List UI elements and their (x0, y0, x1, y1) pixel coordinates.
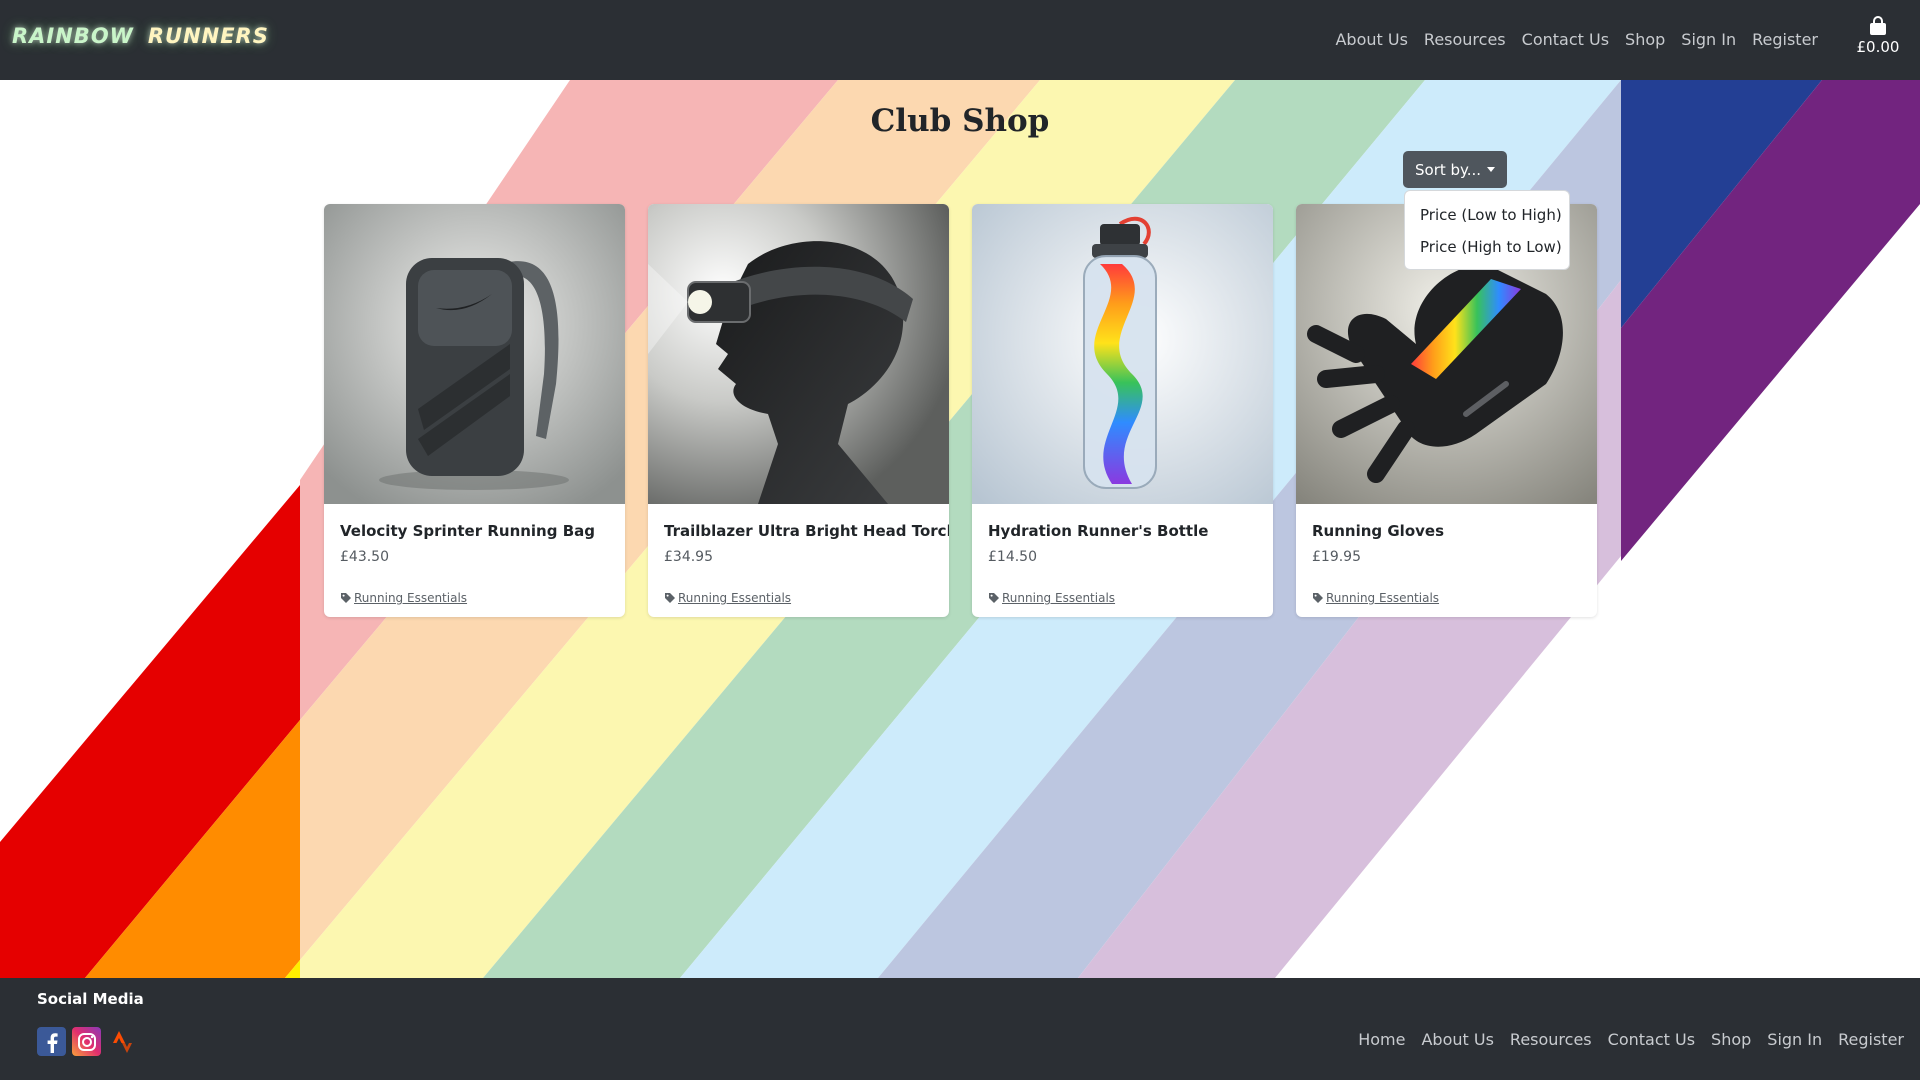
backpack-image[interactable] (324, 204, 625, 504)
sort-option-price-low-to-high[interactable]: Price (Low to High) (1405, 201, 1569, 233)
card-body: Running Gloves £19.95 (1312, 522, 1585, 565)
brand-word-1: RAINBOW (12, 24, 134, 48)
category-label: Running Essentials (1326, 591, 1440, 605)
footer-link-home[interactable]: Home (1358, 1030, 1405, 1049)
shopping-bag-icon (1870, 16, 1886, 35)
category-label: Running Essentials (678, 591, 792, 605)
product-price: £14.50 (988, 549, 1037, 565)
footer-link-sign-in[interactable]: Sign In (1767, 1030, 1822, 1049)
tag-icon (989, 593, 999, 603)
footer-link-contact-us[interactable]: Contact Us (1608, 1030, 1695, 1049)
category-link[interactable]: Running Essentials (664, 591, 791, 605)
category-link[interactable]: Running Essentials (340, 591, 467, 605)
brand-logo[interactable]: RAINBOW RUNNERS (12, 24, 269, 48)
social-icons (37, 1027, 136, 1056)
product-price: £19.95 (1312, 549, 1361, 565)
footer-link-shop[interactable]: Shop (1711, 1030, 1751, 1049)
tag-icon (1313, 593, 1323, 603)
sort-option-price-high-to-low[interactable]: Price (High to Low) (1405, 233, 1569, 265)
nav-links: About Us Resources Contact Us Shop Sign … (1319, 30, 1818, 49)
cart-button[interactable]: £0.00 (1856, 16, 1900, 56)
caret-down-icon (1487, 167, 1495, 172)
head-torch-image[interactable] (648, 204, 949, 504)
cart-total: £0.00 (1856, 38, 1900, 56)
facebook-icon[interactable] (37, 1027, 66, 1056)
footer-link-register[interactable]: Register (1838, 1030, 1904, 1049)
nav-link-register[interactable]: Register (1752, 30, 1818, 49)
nav-link-resources[interactable]: Resources (1424, 30, 1506, 49)
footer-link-about-us[interactable]: About Us (1421, 1030, 1493, 1049)
card-body: Trailblazer Ultra Bright Head Torch £34.… (664, 522, 949, 565)
sort-label: Sort by... (1415, 160, 1482, 179)
rainbow-water-bottle-image[interactable] (972, 204, 1273, 504)
product-card[interactable]: Hydration Runner's Bottle £14.50 Running… (972, 204, 1273, 617)
category-link[interactable]: Running Essentials (1312, 591, 1439, 605)
navbar: RAINBOW RUNNERS About Us Resources Contac… (0, 0, 1920, 80)
social-media-heading: Social Media (37, 990, 144, 1008)
rainbow-stripes-background (0, 80, 1920, 978)
page-title: Club Shop (870, 103, 1050, 139)
product-card[interactable]: Trailblazer Ultra Bright Head Torch £34.… (648, 204, 949, 617)
instagram-icon[interactable] (72, 1027, 101, 1056)
nav-link-shop[interactable]: Shop (1625, 30, 1665, 49)
nav-link-about-us[interactable]: About Us (1335, 30, 1407, 49)
product-name[interactable]: Hydration Runner's Bottle (988, 522, 1261, 540)
footer-link-resources[interactable]: Resources (1510, 1030, 1592, 1049)
strava-icon[interactable] (107, 1027, 136, 1056)
nav-link-sign-in[interactable]: Sign In (1681, 30, 1736, 49)
product-name[interactable]: Trailblazer Ultra Bright Head Torch (664, 522, 949, 540)
tag-icon (665, 593, 675, 603)
sort-dropdown-menu: Price (Low to High) Price (High to Low) (1404, 190, 1570, 270)
category-link[interactable]: Running Essentials (988, 591, 1115, 605)
product-name[interactable]: Running Gloves (1312, 522, 1585, 540)
sort-dropdown-button[interactable]: Sort by... (1403, 151, 1507, 188)
card-body: Velocity Sprinter Running Bag £43.50 (340, 522, 613, 565)
category-label: Running Essentials (1002, 591, 1116, 605)
footer: Social Media Home About Us Resources Con… (0, 978, 1920, 1080)
nav-link-contact-us[interactable]: Contact Us (1522, 30, 1609, 49)
tag-icon (341, 593, 351, 603)
product-price: £43.50 (340, 549, 389, 565)
product-name[interactable]: Velocity Sprinter Running Bag (340, 522, 613, 540)
category-label: Running Essentials (354, 591, 468, 605)
brand-word-2: RUNNERS (147, 24, 269, 48)
card-body: Hydration Runner's Bottle £14.50 (988, 522, 1261, 565)
product-price: £34.95 (664, 549, 713, 565)
product-card[interactable]: Velocity Sprinter Running Bag £43.50 Run… (324, 204, 625, 617)
footer-links: Home About Us Resources Contact Us Shop … (1342, 1030, 1904, 1049)
